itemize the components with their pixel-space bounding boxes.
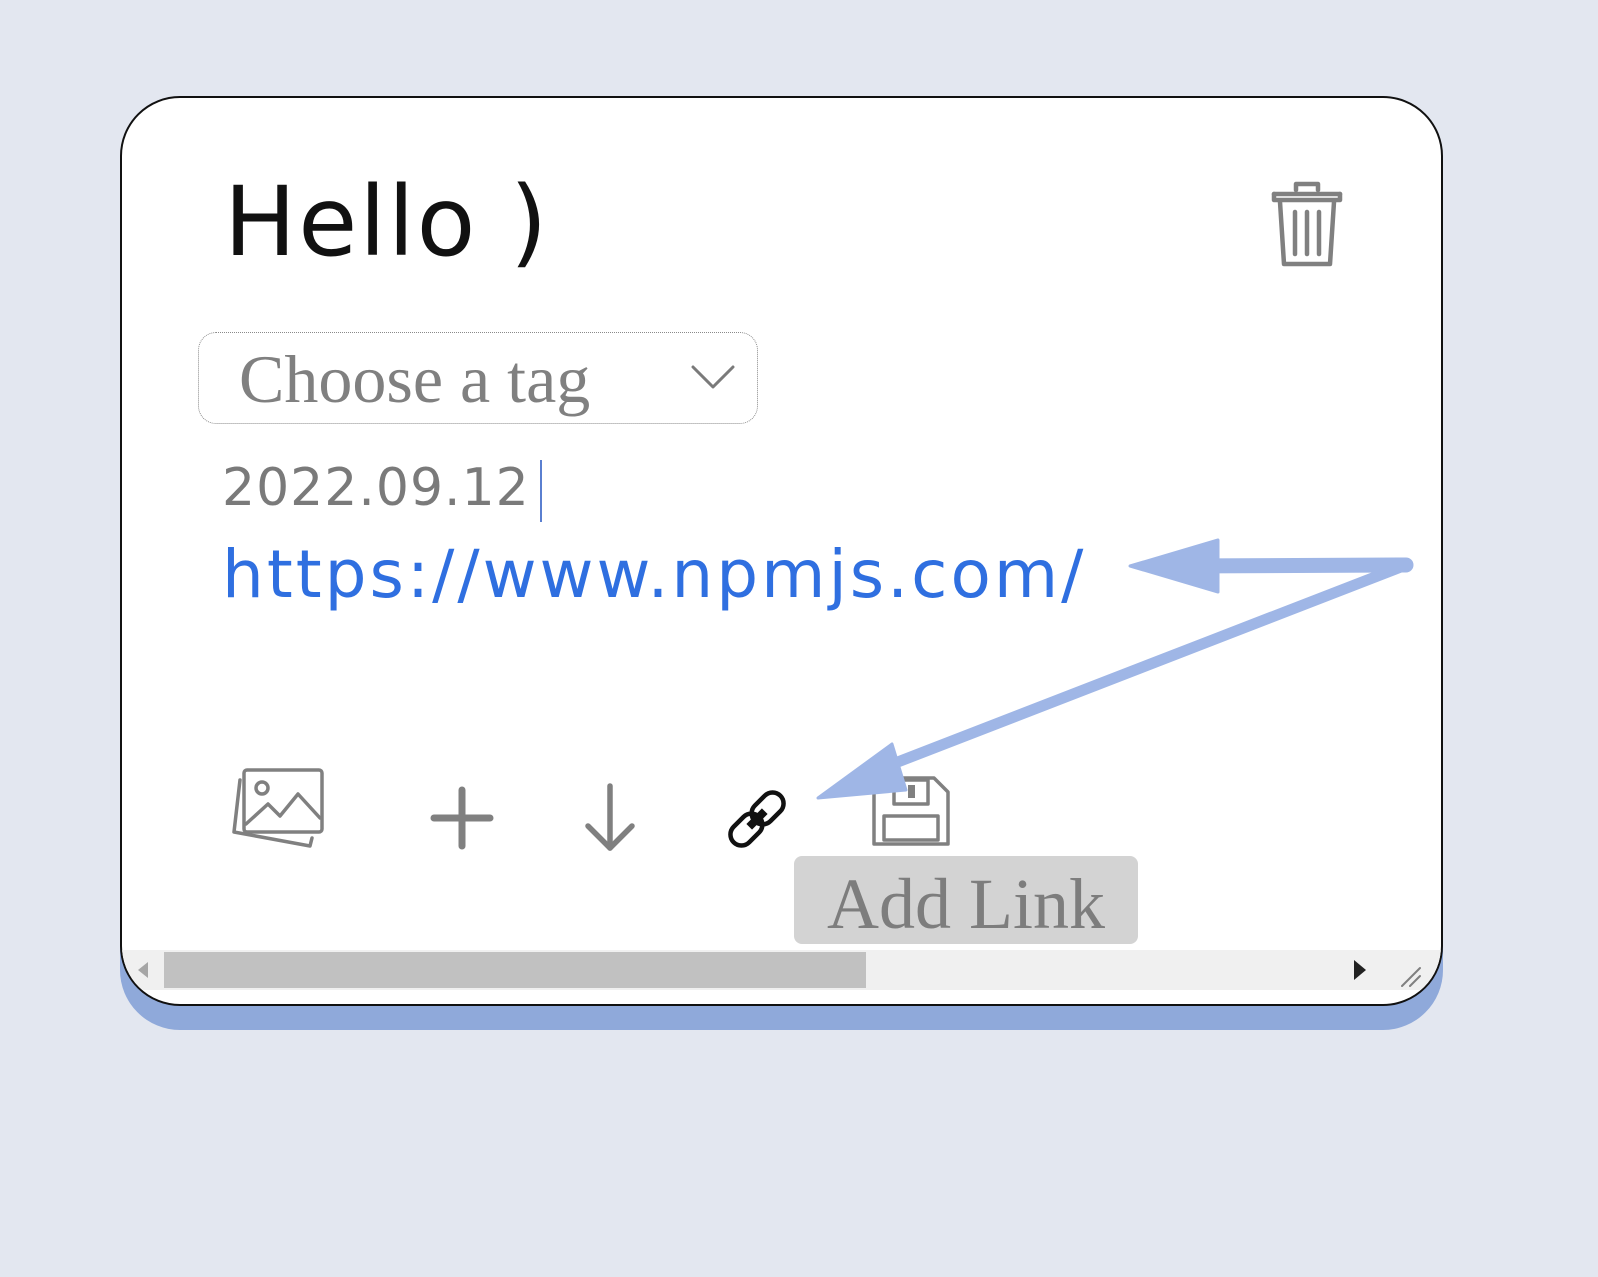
note-title[interactable]: Hello ) xyxy=(224,174,549,270)
tag-select[interactable]: Choose a tag xyxy=(198,332,758,424)
tag-select-placeholder: Choose a tag xyxy=(239,341,591,417)
resize-grip-icon[interactable] xyxy=(1380,950,1443,990)
images-icon[interactable] xyxy=(226,766,326,858)
scroll-right-arrow-icon[interactable] xyxy=(1340,950,1380,990)
note-card: Hello ) Choose a tag 2022.09.12 https://… xyxy=(120,96,1443,1006)
chevron-down-icon xyxy=(691,365,735,389)
floppy-disk-icon[interactable] xyxy=(870,774,952,848)
trash-icon[interactable] xyxy=(1270,180,1344,268)
note-date: 2022.09.12 xyxy=(222,458,530,518)
text-caret xyxy=(540,460,542,522)
add-link-tooltip: Add Link xyxy=(794,856,1138,944)
horizontal-scrollbar[interactable] xyxy=(122,950,1380,990)
link-icon[interactable] xyxy=(722,784,792,854)
arrow-down-icon[interactable] xyxy=(584,782,636,854)
scrollbar-thumb[interactable] xyxy=(164,952,866,988)
scroll-left-arrow-icon[interactable] xyxy=(122,950,162,990)
plus-icon[interactable] xyxy=(430,786,494,850)
note-link[interactable]: https://www.npmjs.com/ xyxy=(222,542,1086,608)
